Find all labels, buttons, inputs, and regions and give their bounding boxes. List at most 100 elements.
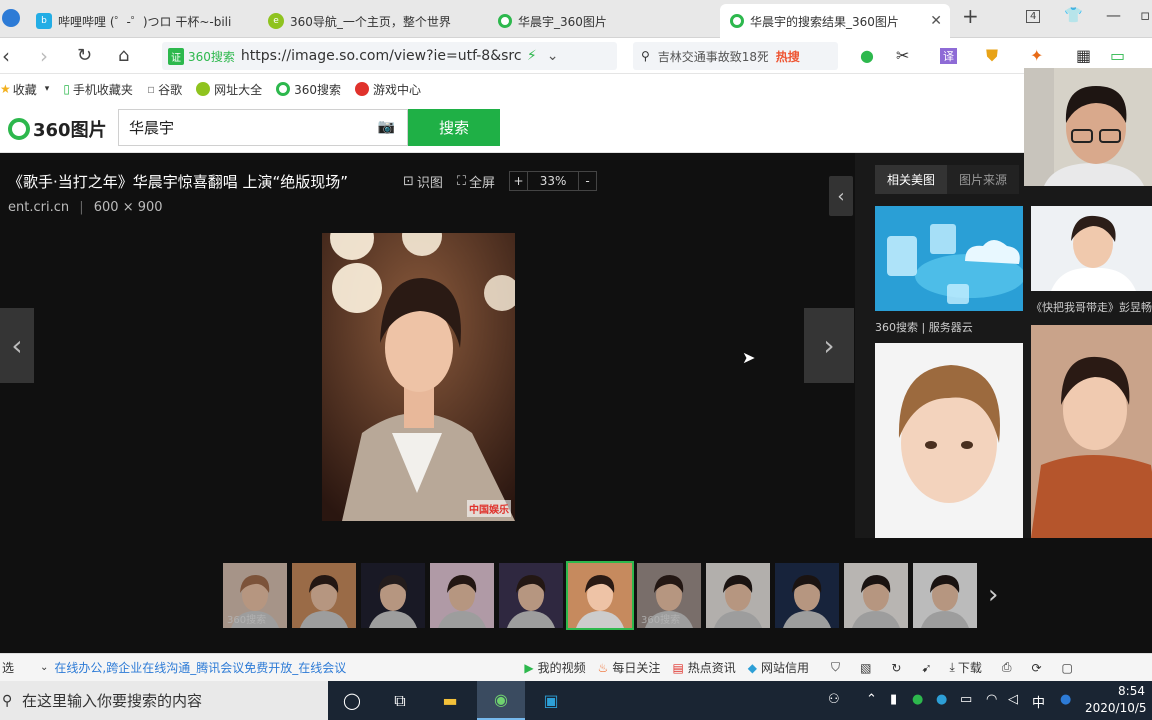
thumbnail-item[interactable] [430, 563, 494, 628]
main-image[interactable]: 中国娱乐 [322, 233, 515, 521]
battery-icon[interactable]: ▭ [960, 692, 972, 707]
status-my-video[interactable]: ▶ 我的视频 [524, 659, 585, 676]
chevron-down-icon[interactable]: ⌄ [547, 48, 559, 64]
thumbnail-item[interactable] [913, 563, 977, 628]
grid-icon[interactable]: ▦ [1076, 46, 1091, 65]
camera-icon[interactable]: 📷 [378, 119, 395, 135]
related-caption[interactable]: 《快把我哥带走》彭昱畅 [1031, 299, 1152, 315]
related-caption[interactable]: 360搜索 | 服务器云 [875, 319, 973, 335]
url-text: https://image.so.com/view?ie=utf-8&src [240, 48, 521, 64]
related-thumb-cloud[interactable] [875, 206, 1023, 311]
thumbnail-item[interactable] [499, 563, 563, 628]
file-explorer-icon[interactable]: ▬ [426, 681, 474, 720]
chevron-right-icon[interactable]: › [988, 580, 998, 610]
next-image-button[interactable]: › [804, 308, 854, 383]
taskbar-clock[interactable]: 8:54 2020/10/5 [1085, 683, 1147, 717]
image-viewer: 《歌手·当打之年》华晨宇惊喜翻唱 上演“绝版现场” ⊡ 识图 ⛶ 全屏 + 33… [0, 153, 855, 538]
bookmark-games[interactable]: 游戏中心 [355, 81, 421, 98]
cortana-icon[interactable]: ◯ [328, 681, 376, 720]
people-icon[interactable]: ⚇ [828, 692, 840, 707]
tab-search-results[interactable]: 华晨宇的搜索结果_360图片 ✕ [720, 4, 950, 38]
shield-icon[interactable]: ⛉ [831, 660, 840, 675]
thumbnail-item[interactable]: 360搜索 [637, 563, 701, 628]
game-icon[interactable]: ✦ [1030, 46, 1043, 65]
related-thumb-4[interactable] [1031, 325, 1152, 538]
search-button[interactable]: 搜索 [408, 109, 500, 146]
rocket-icon[interactable]: ➹ [921, 661, 931, 675]
identify-button[interactable]: ⊡ 识图 [403, 172, 443, 191]
tab-360image[interactable]: 华晨宇_360图片 [492, 4, 717, 38]
thumbnail-item[interactable] [844, 563, 908, 628]
shirt-icon[interactable]: 👕 [1064, 6, 1083, 24]
download-button[interactable]: ⤓ 下载 [950, 659, 982, 676]
related-thumb-3[interactable] [875, 343, 1023, 538]
taskbar-search[interactable]: ⚲ 在这里输入你要搜索的内容 [0, 681, 328, 720]
wifi-icon[interactable]: ◠ [986, 692, 997, 707]
bookmark-favorites[interactable]: ★ 收藏 ▾ [0, 81, 49, 98]
hot-search-badge[interactable]: 热搜 [776, 48, 800, 65]
chevron-down-icon[interactable]: ⌄ [40, 662, 48, 673]
new-tab-button[interactable]: + [962, 4, 979, 28]
sync-icon[interactable]: ⟳ [1031, 661, 1041, 675]
battery-icon[interactable]: ▭ [1110, 46, 1125, 65]
thumbnail-item[interactable] [775, 563, 839, 628]
zoom-in-button[interactable]: + [510, 172, 529, 190]
tab-bilibili[interactable]: b 哔哩哔哩 (゜-゜)つロ 干杯~-bili [30, 4, 258, 38]
status-daily[interactable]: ♨ 每日关注 [598, 659, 661, 676]
status-hot-news[interactable]: ▤ 热点资讯 [672, 659, 735, 676]
prev-image-button[interactable]: ‹ [0, 308, 34, 383]
bookmark-360search[interactable]: 360搜索 [276, 81, 341, 98]
fullscreen-button[interactable]: ⛶ 全屏 [457, 172, 495, 191]
minimize-icon[interactable]: — [1106, 6, 1121, 24]
site-logo[interactable]: 360图片 [8, 116, 107, 142]
thumbnail-item[interactable] [566, 561, 634, 630]
tab-count-button[interactable]: 4 [1026, 10, 1041, 23]
green-shield-icon[interactable]: ● [860, 46, 874, 65]
blue-app-icon[interactable]: ● [936, 692, 947, 707]
browser-search-field[interactable]: ⚲ 吉林交通事故致18死 热搜 [633, 42, 838, 70]
image-source[interactable]: ent.cri.cn [8, 200, 69, 215]
back-icon[interactable]: ‹ [2, 44, 10, 68]
task-view-icon[interactable]: ⧉ [376, 681, 424, 720]
browser-logo-icon[interactable] [2, 9, 20, 27]
scissors-icon[interactable]: ✂ [896, 46, 909, 65]
image-search-input[interactable]: 华晨宇 📷 [118, 109, 408, 146]
ime-indicator[interactable]: 中 [1032, 692, 1045, 711]
bookmark-google[interactable]: ▫ 谷歌 [147, 81, 182, 98]
volume-icon[interactable]: ◁ [1008, 692, 1018, 707]
close-tab-icon[interactable]: ✕ [930, 13, 942, 29]
status-site-credit[interactable]: ◆ 网站信用 [748, 659, 809, 676]
url-field[interactable]: 证 360搜索 https://image.so.com/view?ie=utf… [162, 42, 617, 70]
refresh-icon[interactable]: ↻ [77, 44, 92, 68]
maximize-icon[interactable]: ▫ [1140, 6, 1150, 24]
thumbnail-item[interactable] [292, 563, 356, 628]
collapse-sidebar-button[interactable]: ‹ [829, 176, 853, 216]
news-ticker[interactable]: 在线办公,跨企业在线沟通_腾讯会议免费开放_在线会议 [54, 659, 354, 676]
search-text: 吉林交通事故致18死 [657, 49, 768, 64]
refresh-icon[interactable]: ↻ [891, 661, 901, 675]
translate-icon[interactable]: 译 [940, 48, 957, 64]
forward-icon[interactable]: › [40, 44, 48, 68]
tab-image-source[interactable]: 图片来源 [947, 165, 1020, 194]
window-icon[interactable]: ▢ [1062, 661, 1073, 675]
shield-icon[interactable]: ⛊ [986, 46, 998, 66]
tab-360nav[interactable]: e 360导航_一个主页，整个世界 [262, 4, 487, 38]
thumbnail-item[interactable] [361, 563, 425, 628]
zoom-out-button[interactable]: - [578, 172, 596, 190]
chevron-up-icon[interactable]: ⌃ [866, 692, 877, 707]
bolt-icon[interactable]: ⚡ [527, 48, 537, 64]
tab-related-images[interactable]: 相关美图 [875, 165, 948, 194]
related-thumb-2[interactable] [1031, 206, 1152, 291]
print-icon[interactable]: ⎙ [1002, 660, 1012, 675]
calendar-app-icon[interactable]: ▣ [527, 681, 575, 720]
green-app-icon[interactable]: ● [912, 692, 923, 707]
image-icon[interactable]: ▧ [860, 661, 871, 675]
bookmark-mobile[interactable]: ▯ 手机收藏夹 [63, 81, 133, 98]
thumbnail-item[interactable] [706, 563, 770, 628]
ime-app-icon[interactable]: ● [1060, 692, 1071, 707]
home-icon[interactable]: ⌂ [118, 44, 129, 68]
bookmark-urls[interactable]: 网址大全 [196, 81, 262, 98]
360-browser-taskbar-icon[interactable]: ◉ [477, 681, 525, 720]
mic-icon[interactable]: ▮ [890, 692, 897, 707]
thumbnail-item[interactable]: 360搜索 [223, 563, 287, 628]
